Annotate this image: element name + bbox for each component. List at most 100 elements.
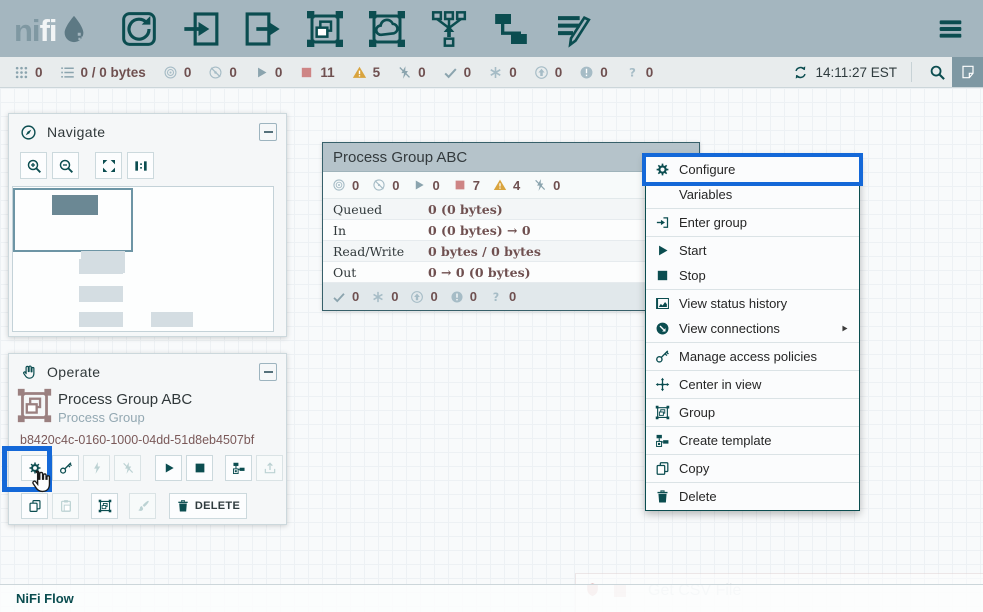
- enable-button[interactable]: [83, 455, 110, 481]
- process-group-icon[interactable]: [305, 9, 345, 49]
- selected-component-id: b8420c4c-0160-1000-04dd-51d8eb4507bf: [20, 433, 254, 447]
- menu-item-stop[interactable]: Stop: [646, 263, 859, 288]
- group-icon: [98, 499, 112, 513]
- birdseye-minimap[interactable]: [12, 186, 274, 332]
- refresh-icon[interactable]: [793, 65, 808, 80]
- template-icon[interactable]: [491, 9, 531, 49]
- actual-size-button[interactable]: [127, 152, 154, 179]
- upload-template-button[interactable]: [256, 455, 283, 481]
- stop-button[interactable]: [186, 455, 213, 481]
- paste-button[interactable]: [52, 493, 79, 519]
- navigate-header: Navigate: [9, 114, 286, 146]
- active-threads-count: 0: [14, 65, 43, 80]
- play-icon: [254, 65, 269, 80]
- flow-canvas[interactable]: Navigate Operate Process Group ABC Pro: [0, 88, 983, 612]
- color-button[interactable]: [129, 493, 156, 519]
- minimap-component: [79, 312, 123, 327]
- menu-item-start[interactable]: Start: [646, 238, 859, 263]
- menu-item-delete[interactable]: Delete: [646, 484, 859, 509]
- processor-icon[interactable]: [119, 9, 159, 49]
- create-template-icon: [232, 461, 246, 475]
- menu-item-view-connections[interactable]: View connections: [646, 316, 859, 341]
- pg-disabled-count: 0: [533, 178, 560, 193]
- navigate-collapse-button[interactable]: [259, 123, 277, 141]
- play-icon: [655, 243, 670, 258]
- process-group-component[interactable]: Process Group ABC 0 0 0 7 4 0 Queued0 (0…: [322, 142, 700, 311]
- disable-button[interactable]: [114, 455, 141, 481]
- pg-modified-stale-count: 0: [450, 289, 477, 304]
- menu-separator: [646, 289, 859, 290]
- gear-icon: [28, 461, 42, 475]
- pg-transmitting-count: 0: [332, 178, 359, 193]
- operate-collapse-button[interactable]: [259, 363, 277, 381]
- funnel-icon[interactable]: [429, 9, 469, 49]
- menu-separator: [646, 426, 859, 427]
- pg-running-count: 0: [412, 178, 439, 193]
- menu-separator: [646, 398, 859, 399]
- search-button[interactable]: [922, 57, 952, 87]
- zoom-out-button[interactable]: [52, 152, 79, 179]
- menu-separator: [646, 370, 859, 371]
- locally-modified-count: 0: [488, 65, 517, 80]
- menu-item-enter-group[interactable]: Enter group: [646, 210, 859, 235]
- stop-square-icon: [453, 178, 467, 192]
- create-template-button[interactable]: [225, 455, 252, 481]
- invalid-count: 5: [352, 65, 381, 80]
- divider: [911, 62, 912, 82]
- output-port-icon[interactable]: [243, 9, 283, 49]
- note-icon: [960, 64, 976, 80]
- configuration-button[interactable]: [21, 455, 48, 481]
- menu-item-copy[interactable]: Copy: [646, 456, 859, 481]
- menu-item-create-template[interactable]: Create template: [646, 428, 859, 453]
- input-port-icon[interactable]: [181, 9, 221, 49]
- transmit-icon: [163, 65, 178, 80]
- menu-item-group[interactable]: Group: [646, 400, 859, 425]
- delete-button[interactable]: DELETE: [169, 493, 247, 519]
- process-group-status-row: 0 0 0 7 4 0: [323, 172, 699, 199]
- pg-not-transmitting-count: 0: [372, 178, 399, 193]
- bulletin-board-button[interactable]: [952, 57, 983, 87]
- gear-icon: [655, 162, 670, 177]
- submenu-arrow-icon: [840, 324, 849, 333]
- copy-button[interactable]: [21, 493, 48, 519]
- menu-item-variables[interactable]: Variables: [646, 182, 859, 207]
- up-circle-icon: [410, 290, 424, 304]
- pg-up-to-date-count: 0: [332, 289, 359, 304]
- bolt-icon: [90, 461, 104, 475]
- breadcrumb-nifi-flow[interactable]: NiFi Flow: [16, 591, 74, 606]
- stat-row-out: Out0 → 0 (0 bytes): [323, 262, 699, 283]
- transmit-icon: [332, 178, 346, 192]
- menu-item-center-in-view[interactable]: Center in view: [646, 372, 859, 397]
- zoom-fit-button[interactable]: [95, 152, 122, 179]
- warning-icon: [493, 178, 507, 192]
- label-icon[interactable]: [553, 9, 593, 49]
- logo-text-fi: fi: [40, 15, 57, 46]
- question-icon: ?: [625, 65, 640, 80]
- global-menu-icon[interactable]: [934, 16, 967, 42]
- not-transmitting-count: 0: [208, 65, 237, 80]
- status-bar: 0 0 / 0 bytes 0 0 0 11 5 0 0 0 0 0 ?0 14…: [0, 57, 983, 88]
- pg-locally-modified-count: 0: [371, 289, 398, 304]
- selected-component-type: Process Group: [58, 410, 145, 425]
- key-icon: [655, 349, 670, 364]
- menu-item-configure[interactable]: Configure: [646, 157, 859, 182]
- center-icon: [655, 377, 670, 392]
- check-icon: [332, 290, 346, 304]
- menu-separator: [646, 342, 859, 343]
- status-bar-right: 14:11:27 EST: [793, 57, 983, 87]
- process-group-stats: Queued0 (0 bytes) In0 (0 bytes) → 0 Read…: [323, 199, 699, 283]
- check-icon: [443, 65, 458, 80]
- start-button[interactable]: [155, 455, 182, 481]
- list-icon: [60, 65, 75, 80]
- menu-item-manage-access-policies[interactable]: Manage access policies: [646, 344, 859, 369]
- component-toolbar: [119, 9, 593, 49]
- access-policies-button[interactable]: [52, 455, 79, 481]
- question-icon: ?: [489, 290, 503, 304]
- menu-item-view-status-history[interactable]: View status history: [646, 291, 859, 316]
- warning-icon: [352, 65, 367, 80]
- zoom-in-button[interactable]: [20, 152, 47, 179]
- group-button[interactable]: [91, 493, 118, 519]
- paste-icon: [59, 499, 73, 513]
- hand-pointer-icon: [20, 364, 37, 381]
- remote-process-group-icon[interactable]: [367, 9, 407, 49]
